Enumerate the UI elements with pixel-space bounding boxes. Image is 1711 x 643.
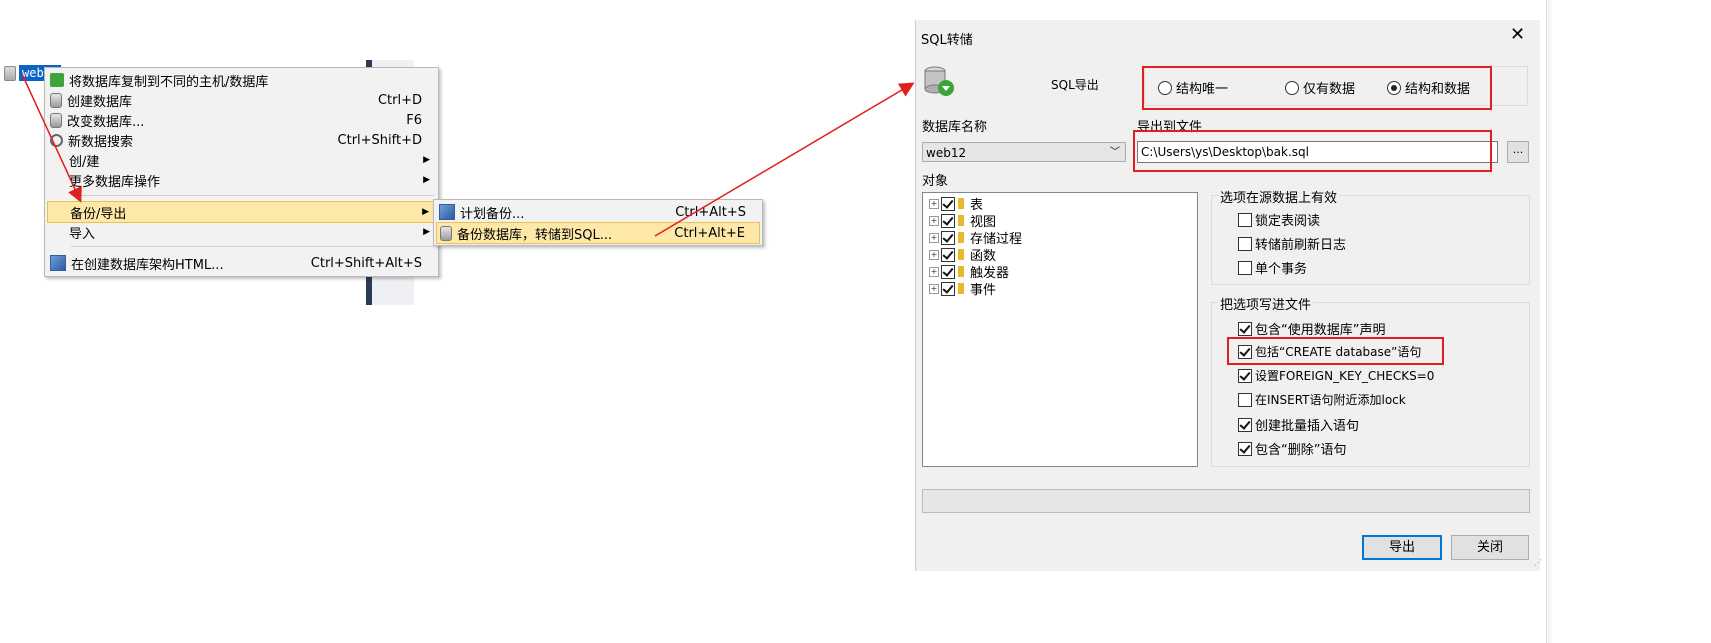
arrow-to-backup-export: [21, 73, 82, 203]
annotation-arrows: [21, 73, 915, 237]
arrow-to-dump-dialog: [654, 82, 915, 237]
